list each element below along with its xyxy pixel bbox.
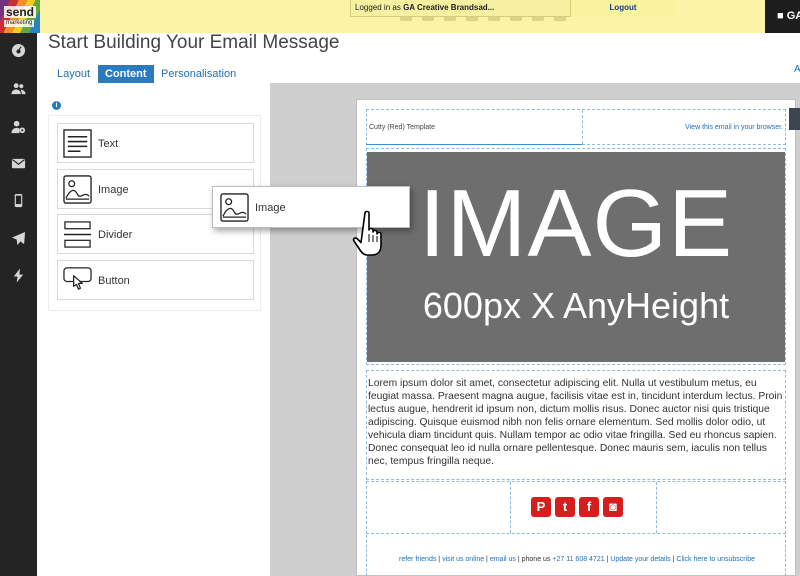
logo-subtext: marketing (4, 20, 35, 27)
social-column-left[interactable] (367, 482, 511, 533)
panel-toggle-tab[interactable] (789, 108, 800, 130)
block-label: Image (98, 184, 129, 196)
social-column-center[interactable]: P t f ◙ (511, 482, 657, 533)
sidebar (0, 33, 37, 576)
divider-block-icon (63, 221, 92, 248)
logo-text: send (4, 5, 37, 19)
user-menu-button[interactable]: ■ GA (765, 0, 800, 33)
dashboard-icon (11, 43, 26, 57)
image-block-icon (63, 175, 92, 204)
hand-cursor-icon (352, 210, 382, 256)
image-block-icon (220, 193, 249, 222)
sidebar-item-email[interactable] (0, 148, 37, 178)
text-block-icon (63, 129, 92, 158)
block-label: Divider (98, 229, 133, 241)
facebook-icon[interactable]: f (579, 497, 599, 517)
sidebar-item-user-settings[interactable] (0, 111, 37, 141)
hero-placeholder-size: 600px X AnyHeight (422, 285, 730, 326)
instagram-icon[interactable]: ◙ (603, 497, 623, 517)
button-block-icon (63, 267, 92, 290)
user-icon: ■ (777, 10, 784, 22)
tab-layout[interactable]: Layout (50, 65, 97, 83)
block-text[interactable]: Text (57, 123, 254, 163)
hero-image-placeholder[interactable]: IMAGE 600px X AnyHeight (367, 152, 785, 362)
send-icon (11, 231, 26, 245)
social-row: P t f ◙ (366, 481, 786, 534)
block-button[interactable]: Button (57, 260, 254, 300)
lightning-icon (13, 267, 24, 283)
drag-label: Image (255, 202, 286, 214)
app-logo[interactable]: send marketing (0, 0, 40, 33)
page-title: Start Building Your Email Message (48, 32, 340, 53)
phone-label: phone us (521, 556, 551, 563)
email-body-text[interactable]: Lorem ipsum dolor sit amet, consectetur … (366, 370, 786, 480)
phone-link[interactable]: +27 11 608 4721 (552, 556, 604, 563)
users-icon (11, 82, 26, 94)
template-name: Cutty (Red) Template (367, 110, 583, 144)
user-initials: GA (786, 10, 800, 22)
hero-placeholder-title: IMAGE (418, 170, 734, 277)
logout-link[interactable]: Logout (570, 0, 675, 17)
right-edge-text: A (794, 64, 800, 75)
email-footer: refer friends | visit us online | email … (366, 535, 786, 576)
update-details-link[interactable]: Update your details (610, 556, 670, 563)
sidebar-item-users[interactable] (0, 73, 37, 103)
email-header-row[interactable]: Cutty (Red) Template View this email in … (366, 109, 786, 145)
footer-links: refer friends | visit us online | email … (399, 556, 755, 563)
user-settings-icon (11, 120, 26, 133)
block-label: Text (98, 138, 119, 150)
sidebar-item-automation[interactable] (0, 260, 37, 290)
header-underline (366, 144, 582, 145)
login-user: GA Creative Brandsad... (403, 3, 495, 12)
mobile-icon (14, 193, 23, 207)
sidebar-item-dashboard[interactable] (0, 35, 37, 65)
tab-content[interactable]: Content (98, 65, 154, 83)
sidebar-item-send[interactable] (0, 223, 37, 253)
email-us-link[interactable]: email us (490, 556, 516, 563)
twitter-icon[interactable]: t (555, 497, 575, 517)
refer-friends-link[interactable]: refer friends (399, 556, 436, 563)
info-icon[interactable]: i (52, 101, 61, 110)
sidebar-item-mobile[interactable] (0, 185, 37, 215)
unsubscribe-link[interactable]: Click here to unsubscribe (676, 556, 755, 563)
block-label: Button (98, 275, 130, 287)
login-prefix: Logged in as (355, 3, 401, 12)
view-in-browser-link[interactable]: View this email in your browser. (583, 110, 785, 144)
email-icon (11, 158, 26, 168)
pinterest-icon[interactable]: P (531, 497, 551, 517)
visit-online-link[interactable]: visit us online (442, 556, 484, 563)
tab-personalisation[interactable]: Personalisation (154, 65, 243, 83)
top-bar: send marketing Logged in as GA Creative … (0, 0, 800, 33)
